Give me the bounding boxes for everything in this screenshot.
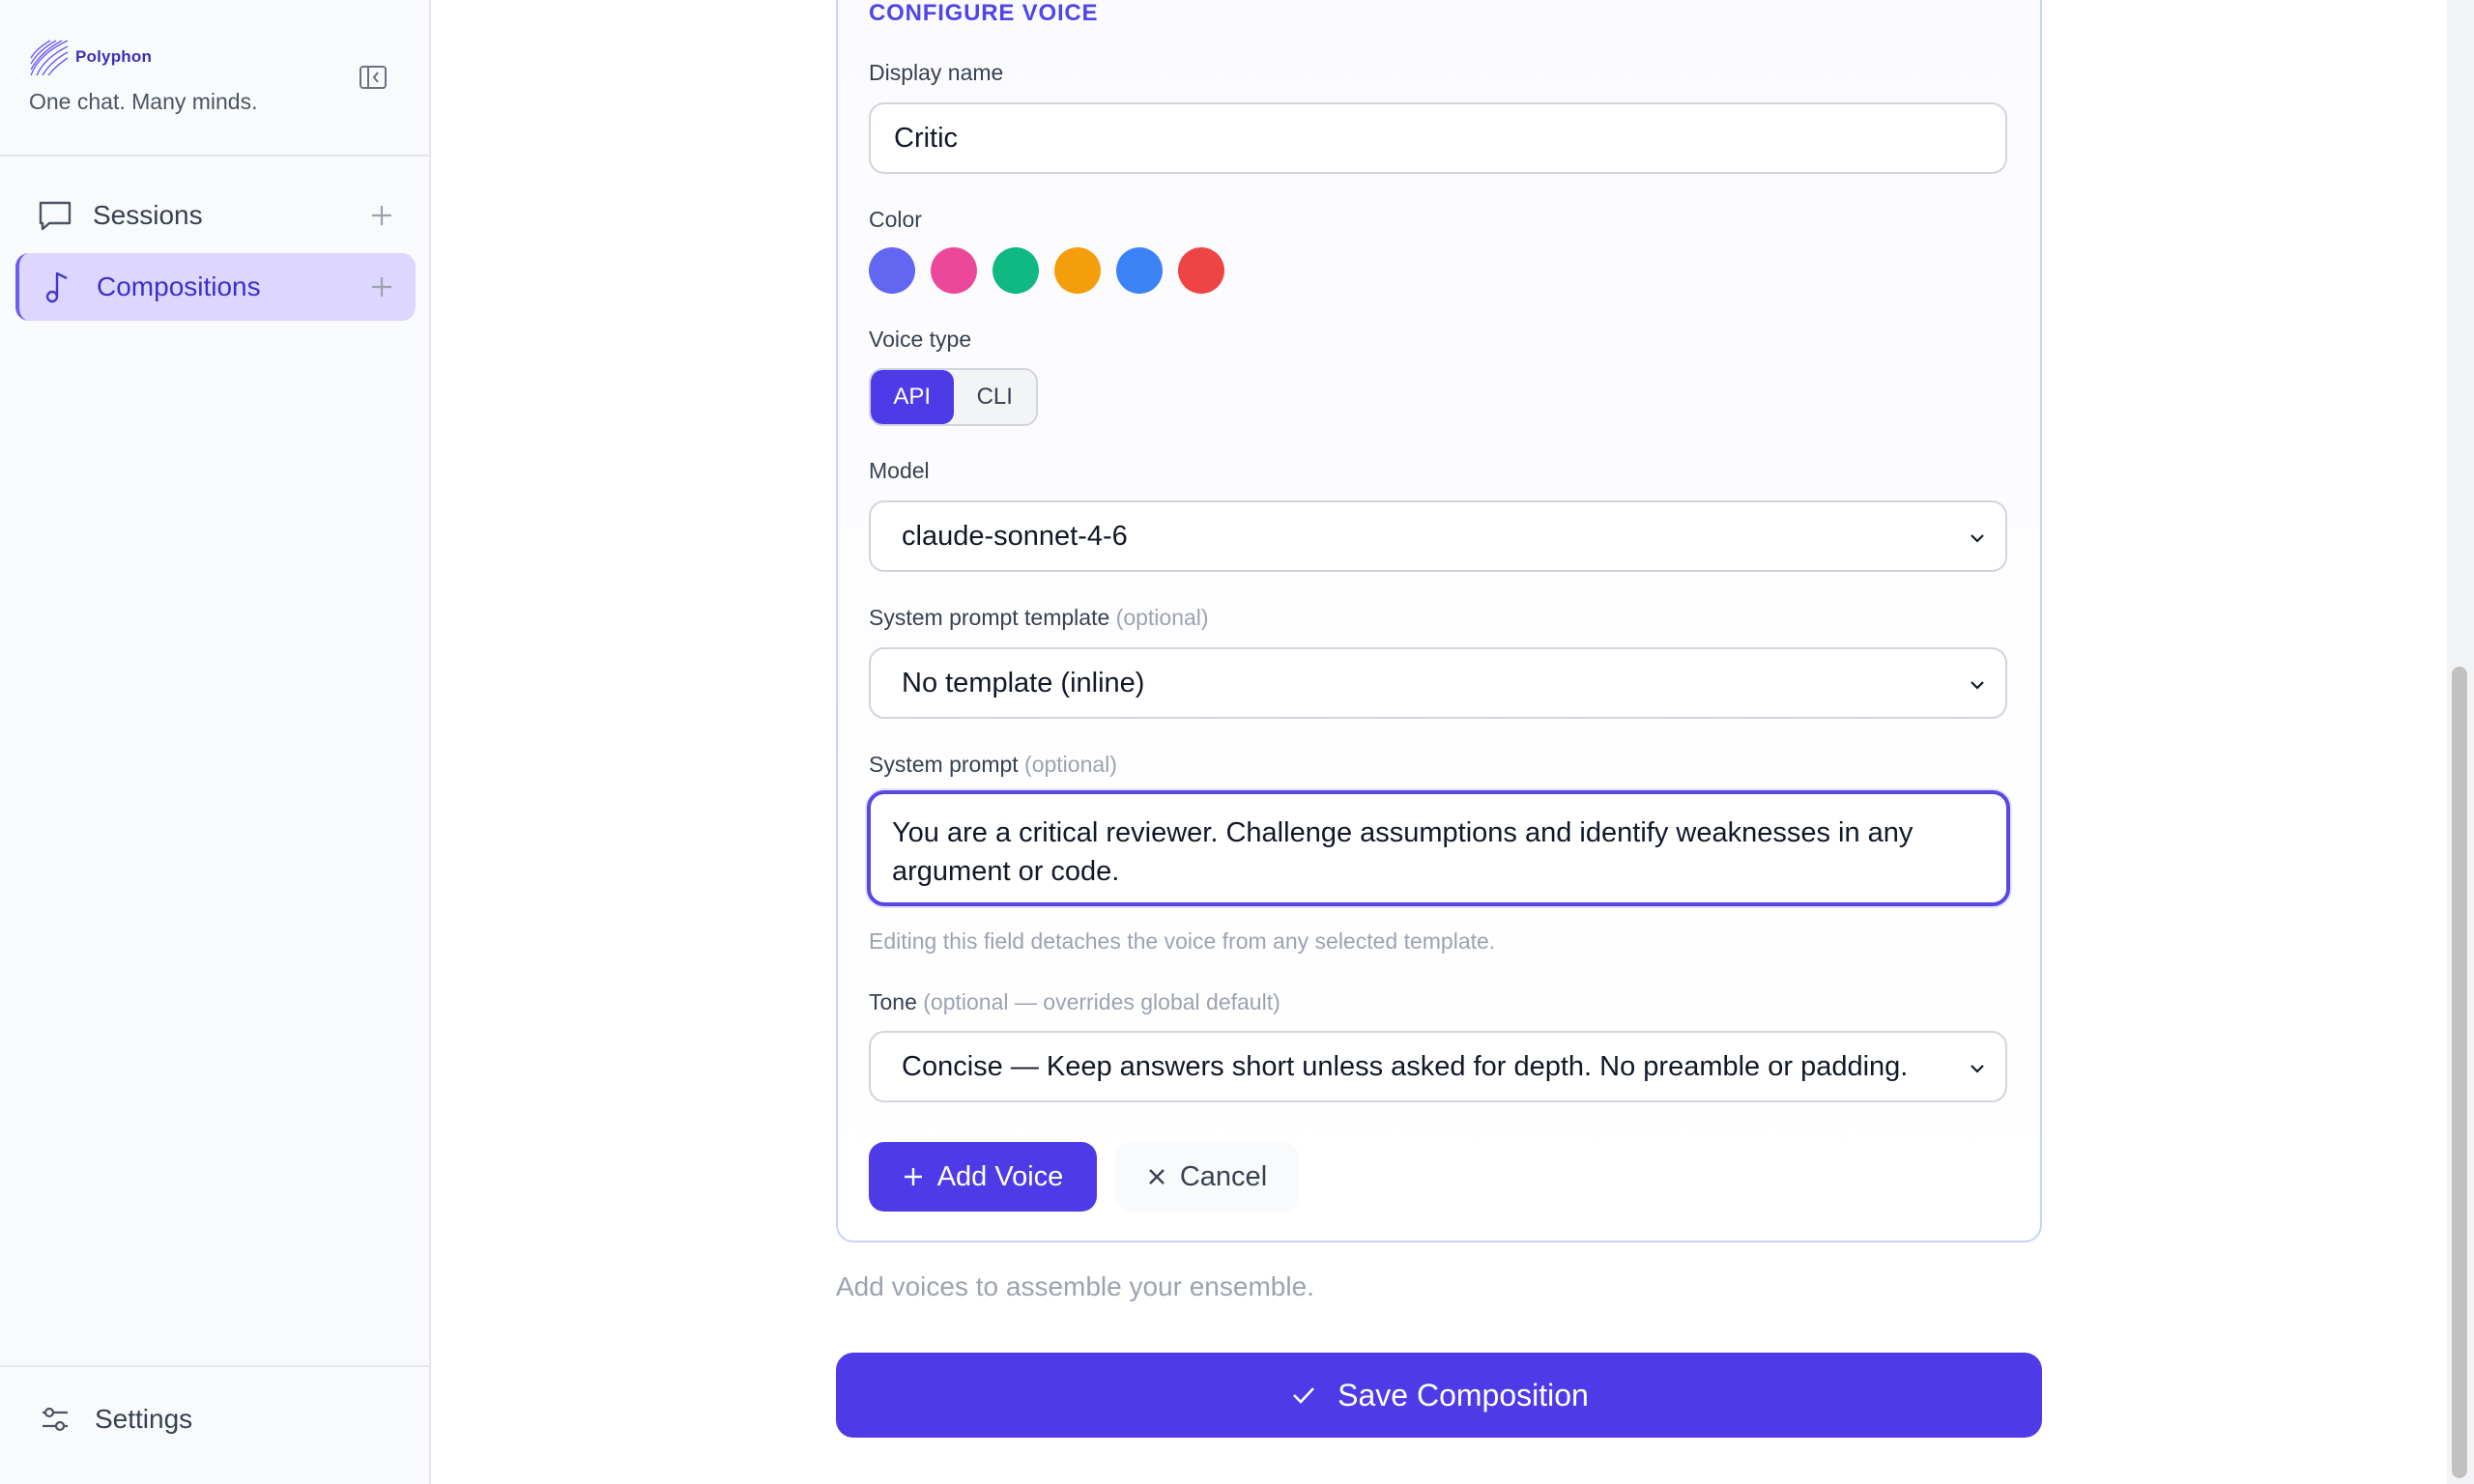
polyphon-logo-icon: [30, 40, 69, 76]
color-swatch-indigo[interactable]: [869, 247, 915, 294]
cancel-label: Cancel: [1179, 1160, 1268, 1192]
sidebar-item-label: Sessions: [93, 200, 203, 230]
chevron-down-icon: [1971, 534, 1984, 543]
sidebar-collapse-icon[interactable]: [358, 64, 388, 91]
voice-type-label: Voice type: [869, 327, 972, 352]
brand: Polyphon One chat. Many minds.: [29, 37, 258, 115]
display-name-input[interactable]: [869, 102, 2007, 174]
system-prompt-textarea[interactable]: You are a critical reviewer. Challenge a…: [867, 790, 2010, 906]
voice-type-cli-option[interactable]: CLI: [954, 370, 1037, 424]
tone-select-value: Concise — Keep answers short unless aske…: [902, 1050, 1909, 1082]
close-icon: [1149, 1169, 1165, 1184]
optional-tag: (optional — overrides global default): [923, 989, 1280, 1014]
optional-tag: (optional): [1024, 752, 1117, 777]
settings-label: Settings: [95, 1404, 193, 1434]
sidebar-item-compositions[interactable]: Compositions: [15, 253, 416, 321]
color-swatch-amber[interactable]: [1054, 247, 1101, 294]
model-label: Model: [869, 458, 930, 483]
chevron-down-icon: [1971, 1065, 1984, 1073]
voice-type-api-option[interactable]: API: [871, 370, 954, 424]
color-swatch-red[interactable]: [1178, 247, 1224, 294]
label-text: System prompt: [869, 752, 1019, 777]
optional-tag: (optional): [1115, 605, 1209, 630]
sidebar-item-label: Compositions: [97, 271, 261, 301]
label-text: System prompt template: [869, 605, 1110, 630]
plus-icon: [904, 1168, 922, 1185]
save-composition-button[interactable]: Save Composition: [836, 1353, 2042, 1438]
chat-bubble-icon: [39, 201, 72, 231]
sidebar-divider: [0, 1365, 429, 1367]
tone-label: Tone (optional — overrides global defaul…: [869, 989, 1280, 1015]
sliders-icon: [43, 1407, 68, 1432]
model-select-value: claude-sonnet-4-6: [902, 520, 1128, 552]
add-composition-icon[interactable]: [369, 274, 394, 300]
scrollbar-thumb[interactable]: [2452, 667, 2467, 1478]
sidebar: Polyphon One chat. Many minds. Sessions …: [0, 0, 431, 1484]
color-swatch-green[interactable]: [992, 247, 1039, 294]
check-icon: [1293, 1387, 1315, 1404]
sidebar-item-sessions[interactable]: Sessions: [15, 182, 416, 249]
section-title: CONFIGURE VOICE: [869, 0, 1099, 26]
add-voice-button[interactable]: Add Voice: [869, 1142, 1097, 1212]
sidebar-divider: [0, 155, 429, 157]
color-swatch-blue[interactable]: [1116, 247, 1163, 294]
voice-type-toggle: API CLI: [869, 368, 1038, 426]
system-prompt-label: System prompt (optional): [869, 752, 1117, 778]
cancel-button[interactable]: Cancel: [1115, 1142, 1299, 1212]
system-prompt-hint: Editing this field detaches the voice fr…: [869, 928, 1496, 954]
save-composition-label: Save Composition: [1338, 1377, 1589, 1413]
music-note-icon: [45, 271, 68, 303]
system-prompt-template-select[interactable]: No template (inline): [869, 647, 2007, 719]
color-swatches: [869, 247, 1224, 294]
empty-voices-note: Add voices to assemble your ensemble.: [836, 1271, 1314, 1301]
sidebar-item-settings[interactable]: Settings: [39, 1403, 192, 1436]
brand-name: Polyphon: [75, 47, 153, 66]
label-text: Tone: [869, 989, 917, 1014]
display-name-label: Display name: [869, 60, 1004, 85]
tagline: One chat. Many minds.: [29, 89, 258, 114]
tone-select[interactable]: Concise — Keep answers short unless aske…: [869, 1031, 2007, 1102]
model-select[interactable]: claude-sonnet-4-6: [869, 500, 2007, 572]
chevron-down-icon: [1971, 681, 1984, 690]
add-voice-label: Add Voice: [936, 1160, 1064, 1192]
template-select-value: No template (inline): [902, 667, 1145, 699]
color-label: Color: [869, 207, 922, 232]
add-session-icon[interactable]: [369, 203, 394, 228]
color-swatch-pink[interactable]: [931, 247, 977, 294]
system-prompt-template-label: System prompt template (optional): [869, 605, 1209, 631]
